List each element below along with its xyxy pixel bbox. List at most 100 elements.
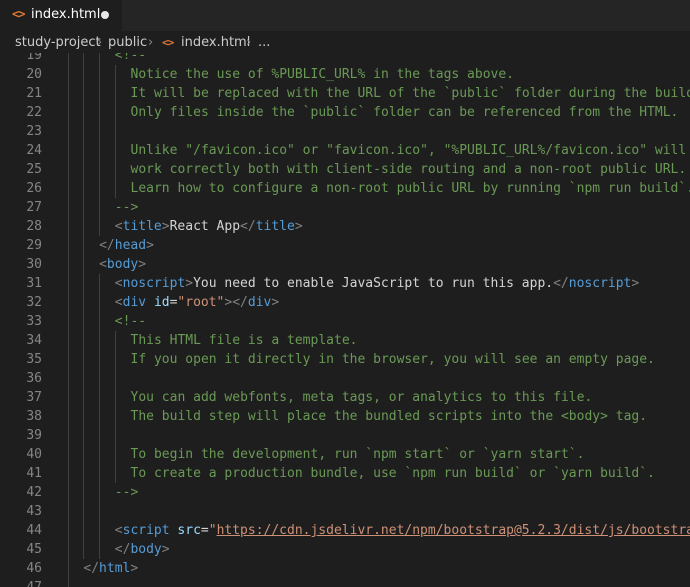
breadcrumb-folder-public[interactable]: public [108, 35, 147, 50]
code-token: --> [114, 200, 139, 215]
code-line[interactable]: 31 <noscript>You need to enable JavaScrip… [0, 274, 690, 293]
code-token: > [185, 276, 194, 291]
line-number: 30 [26, 257, 42, 272]
tab-label: index.html [31, 7, 101, 22]
code-token: body [106, 257, 139, 272]
code-token: < [114, 219, 123, 234]
code-token: = [200, 523, 209, 538]
indent-guide [99, 53, 101, 65]
code-line[interactable]: 45 </body> [0, 540, 690, 559]
breadcrumb-file-index-html[interactable]: index.html [181, 35, 250, 50]
code-line[interactable]: 27 --> [0, 198, 690, 217]
indent-guide [99, 141, 101, 160]
code-line[interactable]: 38 The build step will place the bundled … [0, 407, 690, 426]
code-line[interactable]: 36 [0, 369, 690, 388]
chevron-right-icon: › [246, 35, 252, 50]
line-number: 21 [26, 86, 42, 101]
line-number: 25 [26, 162, 42, 177]
code-line[interactable]: 34 This HTML file is a template. [0, 331, 690, 350]
code-token: < [114, 523, 123, 538]
indent-guide [83, 502, 85, 521]
code-token[interactable]: https://cdn.jsdelivr.net/npm/bootstrap@5… [217, 523, 690, 538]
indent-guide [83, 141, 85, 160]
indent-guide [83, 464, 85, 483]
code-token: > [161, 219, 170, 234]
line-number: 42 [26, 485, 42, 500]
code-token: To create a production bundle, use `npm … [130, 466, 655, 481]
code-editor[interactable]: 19 <!-- 20 Notice the use of %PUBLIC_URL% i… [0, 53, 690, 587]
unsaved-changes-dot-icon[interactable] [101, 11, 109, 19]
code-text: <body> [99, 255, 146, 274]
code-line[interactable]: 29 </head> [0, 236, 690, 255]
code-text: </body> [115, 540, 170, 559]
code-token: src [177, 523, 201, 538]
code-text: <!-- [115, 312, 146, 331]
code-line[interactable]: 28 <title>React App</title> [0, 217, 690, 236]
indent-guide [67, 464, 69, 483]
code-line[interactable]: 20 Notice the use of %PUBLIC_URL% in the … [0, 65, 690, 84]
code-line[interactable]: 37 You can add webfonts, meta tags, or an… [0, 388, 690, 407]
code-line[interactable]: 33 <!-- [0, 312, 690, 331]
code-line[interactable]: 42 --> [0, 483, 690, 502]
code-line[interactable]: 47 [0, 578, 690, 587]
code-line[interactable]: 30 <body> [0, 255, 690, 274]
indent-guide [67, 53, 69, 65]
code-line[interactable]: 21 It will be replaced with the URL of th… [0, 84, 690, 103]
indent-guide [99, 483, 101, 502]
indent-guide [83, 350, 85, 369]
code-line[interactable]: 35 If you open it directly in the browser… [0, 350, 690, 369]
indent-guide [99, 521, 101, 540]
line-number: 20 [26, 67, 42, 82]
indent-guide [67, 521, 69, 540]
code-line[interactable]: 25 work correctly both with client-side r… [0, 160, 690, 179]
code-line[interactable]: 39 [0, 426, 690, 445]
indent-guide [99, 407, 101, 426]
indent-guide [99, 369, 101, 388]
indent-guide [114, 350, 116, 369]
code-token: </ [99, 238, 115, 253]
line-number: 45 [26, 542, 42, 557]
code-token: > [138, 257, 147, 272]
indent-guide [114, 160, 116, 179]
code-line[interactable]: 19 <!-- [0, 53, 690, 65]
code-token: work correctly both with client-side rou… [130, 162, 687, 177]
code-text: This HTML file is a template. [131, 331, 358, 350]
code-text: Only files inside the `public` folder ca… [131, 103, 679, 122]
indent-guide [114, 445, 116, 464]
code-text: </html> [83, 559, 138, 578]
code-line[interactable]: 26 Learn how to configure a non-root publ… [0, 179, 690, 198]
code-line[interactable]: 41 To create a production bundle, use `np… [0, 464, 690, 483]
code-token: <!-- [114, 53, 147, 63]
indent-guide [83, 331, 85, 350]
indent-guide [99, 274, 101, 293]
chevron-right-icon: › [97, 35, 103, 50]
code-text: To create a production bundle, use `npm … [131, 464, 655, 483]
code-token: The build step will place the bundled sc… [130, 409, 648, 424]
indent-guide [67, 179, 69, 198]
code-line[interactable]: 23 [0, 122, 690, 141]
code-token: < [114, 276, 123, 291]
code-line[interactable]: 32 <div id="root"></div> [0, 293, 690, 312]
code-text: Unlike "/favicon.ico" or "favicon.ico", … [131, 141, 687, 160]
code-line[interactable]: 43 [0, 502, 690, 521]
indent-guide [114, 141, 116, 160]
code-line[interactable]: 44 <script src="https://cdn.jsdelivr.net/… [0, 521, 690, 540]
code-token: "root" [177, 295, 225, 310]
code-token: div [122, 295, 147, 310]
line-number: 37 [26, 390, 42, 405]
breadcrumb-symbol-ellipsis[interactable]: ... [258, 35, 270, 50]
code-line[interactable]: 22 Only files inside the `public` folder … [0, 103, 690, 122]
breadcrumb-folder-study-project[interactable]: study-project [15, 35, 101, 50]
code-token: html [99, 561, 131, 576]
breadcrumb: study-project › public › <> index.html ›… [0, 31, 690, 53]
code-text: <noscript>You need to enable JavaScript … [115, 274, 639, 293]
code-line[interactable]: 40 To begin the development, run `npm sta… [0, 445, 690, 464]
code-token: </ [553, 276, 569, 291]
tab-index-html[interactable]: <> index.html [0, 0, 122, 31]
indent-guide [83, 521, 85, 540]
code-line[interactable]: 46 </html> [0, 559, 690, 578]
code-token: React App [169, 219, 241, 234]
code-line[interactable]: 24 Unlike "/favicon.ico" or "favicon.ico"… [0, 141, 690, 160]
code-token: It will be replaced with the URL of the … [130, 86, 690, 101]
